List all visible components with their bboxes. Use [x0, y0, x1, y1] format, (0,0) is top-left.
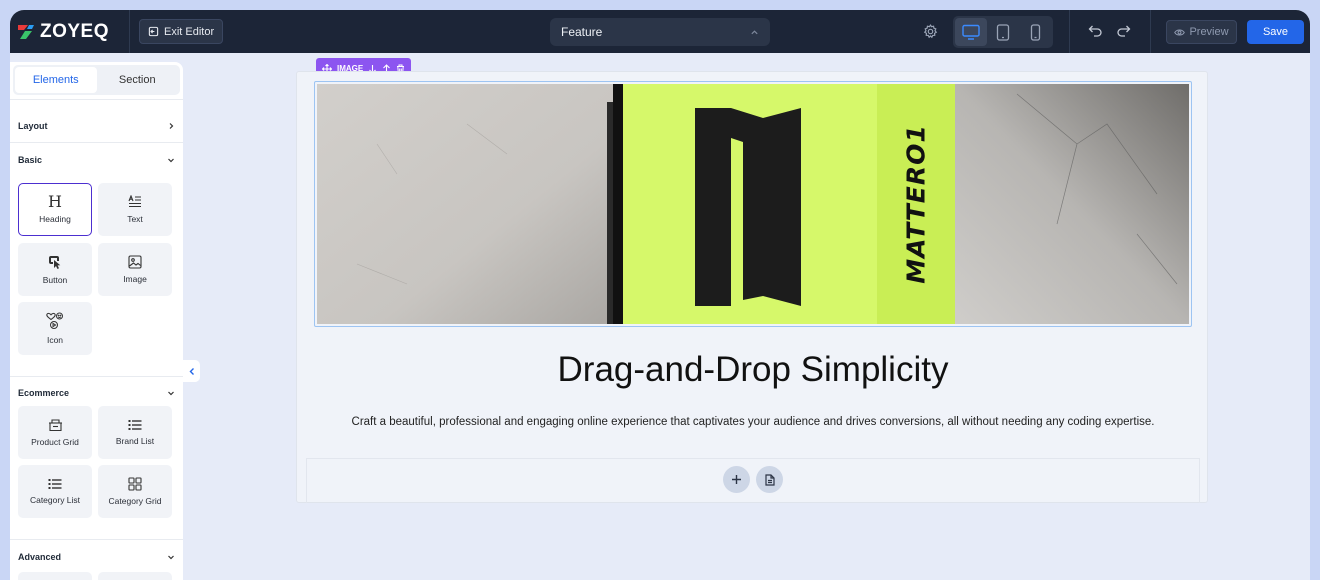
tablet-icon: [996, 23, 1010, 41]
image-icon: [128, 255, 142, 269]
heading-icon: H: [48, 192, 62, 211]
section-layout-header[interactable]: Layout: [18, 119, 175, 133]
product-grid-icon: [48, 419, 62, 432]
element-brand-list-label: Brand List: [115, 436, 155, 446]
category-list-icon: [48, 479, 62, 489]
chevron-left-icon: [189, 367, 194, 375]
hero-image: MATTERO1: [317, 84, 1189, 324]
element-brand-list-card[interactable]: Brand List: [98, 406, 172, 459]
exit-editor-label: Exit Editor: [164, 25, 215, 38]
divider: [1150, 10, 1151, 53]
logo-mark-icon: [18, 25, 34, 39]
text-icon: [128, 195, 141, 208]
exit-icon: [148, 26, 159, 37]
element-product-grid-card[interactable]: Product Grid: [18, 406, 92, 459]
mobile-view-button[interactable]: [1019, 18, 1051, 46]
category-grid-icon: [128, 477, 142, 491]
settings-gear-icon[interactable]: [922, 23, 939, 40]
divider: [10, 376, 183, 377]
section-advanced-header[interactable]: Advanced: [18, 550, 175, 564]
collapse-sidebar-button[interactable]: [183, 360, 200, 382]
chevron-down-icon: [168, 391, 174, 396]
image-brand-text: MATTERO1: [901, 124, 931, 284]
chevron-down-icon: [168, 158, 174, 163]
redo-icon[interactable]: [1116, 24, 1131, 38]
editor-app: ZOYEQ Exit Editor Feature Preview Save E…: [10, 10, 1310, 580]
element-heading-label: Heading: [39, 214, 71, 224]
element-icon-label: Icon: [46, 335, 64, 345]
add-element-button[interactable]: [723, 466, 750, 493]
tab-section[interactable]: Section: [97, 67, 179, 93]
sidebar-tabs: Elements Section: [13, 65, 180, 95]
divider: [1069, 10, 1070, 53]
button-icon: [49, 255, 61, 269]
element-button-label: Button: [42, 274, 68, 285]
preview-label: Preview: [1189, 26, 1229, 38]
plus-icon: [732, 475, 741, 484]
desktop-view-button[interactable]: [955, 18, 987, 46]
chevron-up-icon: [751, 29, 758, 34]
tab-elements[interactable]: Elements: [15, 67, 97, 93]
element-text-card[interactable]: Text: [98, 183, 172, 236]
drop-zone[interactable]: [306, 458, 1200, 503]
logo[interactable]: ZOYEQ: [16, 21, 109, 43]
section-advanced-label: Advanced: [18, 552, 62, 562]
undo-icon[interactable]: [1088, 24, 1103, 38]
elements-sidebar: Elements Section Layout Basic H Heading …: [10, 62, 183, 580]
hero-photo-illustration: [317, 84, 1189, 324]
brand-list-icon: [128, 420, 142, 430]
section-layout-label: Layout: [18, 121, 48, 131]
page-select[interactable]: Feature: [550, 18, 770, 46]
add-section-button[interactable]: [756, 466, 783, 493]
element-category-grid-card[interactable]: Category Grid: [98, 465, 172, 518]
section-subtext[interactable]: Craft a beautiful, professional and enga…: [297, 416, 1209, 428]
element-advanced-card[interactable]: [98, 572, 172, 580]
top-bar: ZOYEQ Exit Editor Feature Preview Save: [10, 10, 1310, 53]
divider: [10, 99, 183, 100]
page-select-value: Feature: [561, 25, 603, 39]
element-button-card[interactable]: Button: [18, 243, 92, 296]
divider: [129, 10, 130, 53]
section-headline[interactable]: Drag-and-Drop Simplicity: [297, 350, 1209, 390]
section-ecommerce-label: Ecommerce: [18, 388, 70, 398]
element-heading-card[interactable]: H Heading: [18, 183, 92, 236]
desktop-icon: [962, 24, 980, 40]
save-button[interactable]: Save: [1247, 20, 1304, 44]
chevron-down-icon: [168, 555, 174, 560]
image-element[interactable]: MATTERO1: [314, 81, 1192, 327]
tablet-view-button[interactable]: [987, 18, 1019, 46]
exit-editor-button[interactable]: Exit Editor: [139, 19, 224, 44]
logo-text: ZOYEQ: [40, 21, 110, 42]
divider: [10, 142, 183, 143]
element-text-label: Text: [127, 214, 143, 224]
preview-button[interactable]: Preview: [1166, 20, 1237, 44]
device-switcher: [953, 16, 1053, 48]
element-category-grid-label: Category Grid: [108, 496, 162, 506]
element-advanced-card[interactable]: [18, 572, 92, 580]
mobile-icon: [1030, 23, 1040, 41]
element-category-list-card[interactable]: Category List: [18, 465, 92, 518]
element-category-list-label: Category List: [29, 495, 81, 505]
chevron-right-icon: [169, 123, 174, 129]
file-icon: [764, 473, 775, 486]
section-basic-header[interactable]: Basic: [18, 153, 175, 167]
section-ecommerce-header[interactable]: Ecommerce: [18, 386, 175, 400]
element-product-grid-label: Product Grid: [31, 437, 79, 447]
page-canvas: MATTERO1 Drag-and-Drop Simplicity Craft …: [296, 71, 1208, 503]
element-image-card[interactable]: Image: [98, 243, 172, 296]
divider: [10, 539, 183, 540]
element-icon-card[interactable]: Icon: [18, 302, 92, 355]
element-image-label: Image: [123, 274, 147, 284]
section-basic-label: Basic: [18, 155, 43, 165]
icon-icon: [46, 312, 63, 329]
eye-icon: [1174, 28, 1186, 36]
